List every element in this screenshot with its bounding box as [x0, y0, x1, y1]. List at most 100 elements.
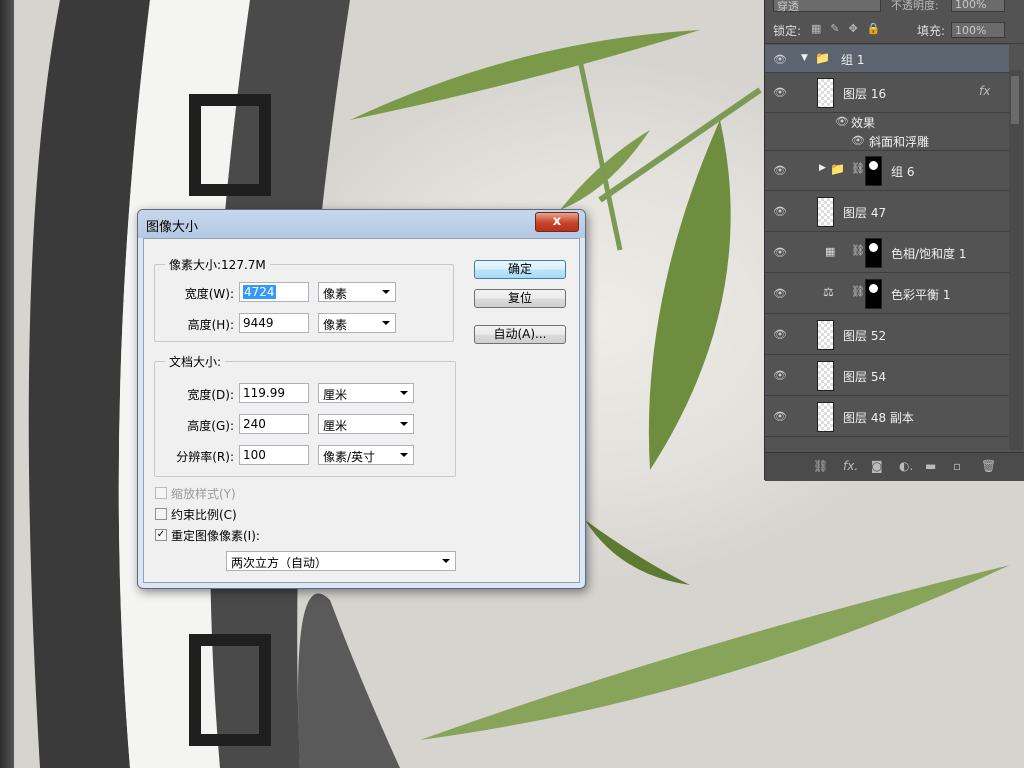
- layer-thumbnail: [817, 320, 834, 350]
- fx-icon[interactable]: fx.: [843, 459, 858, 473]
- layer-thumbnail: [817, 402, 834, 432]
- expand-triangle-icon[interactable]: ▼: [801, 53, 808, 63]
- layers-scrollbar[interactable]: [1009, 70, 1023, 450]
- eye-icon[interactable]: 👁: [773, 369, 787, 382]
- bamboo-stem-2: [598, 87, 762, 203]
- pixel-width-unit: 像素: [323, 287, 348, 301]
- document-size-legend: 文档大小:: [169, 355, 222, 369]
- constrain-proportions-label: 约束比例(C): [171, 508, 237, 522]
- eye-icon[interactable]: 👁: [851, 134, 865, 147]
- bamboo-stem: [577, 59, 623, 251]
- fill-input[interactable]: 100%: [951, 22, 1005, 38]
- blend-mode-select[interactable]: 穿透: [773, 0, 881, 13]
- resample-image-checkbox[interactable]: ✓: [155, 529, 167, 541]
- bamboo-leaf-3: [420, 565, 1010, 740]
- layer-mask-thumbnail: [865, 238, 882, 268]
- pixel-height-input[interactable]: 9449: [239, 313, 309, 333]
- layer-name: 色彩平衡 1: [891, 288, 951, 302]
- bamboo-leaf-4: [585, 520, 690, 585]
- opacity-label: 不透明度:: [891, 0, 939, 12]
- eye-icon[interactable]: 👁: [773, 164, 787, 177]
- layer-mask-thumbnail: [865, 156, 882, 186]
- hue-saturation-icon: ▦: [825, 245, 836, 258]
- eye-icon[interactable]: 👁: [835, 115, 849, 128]
- layer-row-52[interactable]: 👁 图层 52: [765, 315, 1009, 355]
- layer-row-group6[interactable]: 👁 ▶ 📁 ⛓ 组 6: [765, 151, 1009, 191]
- effects-row[interactable]: 👁 效果 👁 斜面和浮雕: [765, 113, 1009, 151]
- doc-height-input[interactable]: 240: [239, 414, 309, 434]
- pixel-dimensions-legend: 像素大小:127.7M: [169, 258, 266, 272]
- color-balance-icon: ⚖: [823, 285, 834, 299]
- bamboo-leaf-1: [350, 30, 700, 120]
- ok-label: 确定: [507, 262, 532, 276]
- layer-name: 图层 52: [843, 329, 887, 343]
- auto-button[interactable]: 自动(A)...: [474, 325, 566, 344]
- eye-icon[interactable]: 👁: [773, 246, 787, 259]
- layer-mask-thumbnail: [865, 279, 882, 309]
- chevron-down-icon: [382, 290, 390, 294]
- chain-icon: ⛓: [851, 244, 865, 257]
- layer-row-54[interactable]: 👁 图层 54: [765, 356, 1009, 396]
- blend-mode: 穿透: [777, 0, 799, 13]
- layers-panel: 穿透 不透明度: 100% 锁定: ▦✎✥🔒 填充: 100% 👁 ▼ 📁 组 …: [764, 0, 1024, 481]
- layer-row-hue-saturation[interactable]: 👁 ▦ ⛓ 色相/饱和度 1: [765, 233, 1009, 273]
- layers-panel-header: 穿透 不透明度: 100% 锁定: ▦✎✥🔒 填充: 100%: [765, 0, 1024, 44]
- collapsed-triangle-icon[interactable]: ▶: [819, 163, 826, 173]
- fx-icon[interactable]: fx: [979, 84, 990, 98]
- layer-row-group1[interactable]: 👁 ▼ 📁 组 1: [765, 45, 1009, 73]
- doc-width-unit-select[interactable]: 厘米: [318, 383, 414, 403]
- layer-name: 组 6: [891, 165, 915, 179]
- eye-icon[interactable]: 👁: [773, 410, 787, 423]
- auto-label: 自动(A)...: [493, 327, 547, 341]
- pixel-height-unit-select[interactable]: 像素: [318, 313, 396, 333]
- eye-icon[interactable]: 👁: [773, 328, 787, 341]
- folder-icon: 📁: [830, 162, 845, 176]
- eye-icon[interactable]: 👁: [773, 86, 787, 99]
- layer-row-color-balance[interactable]: 👁 ⚖ ⛓ 色彩平衡 1: [765, 274, 1009, 314]
- folder-icon[interactable]: ▬: [925, 459, 936, 473]
- eye-icon[interactable]: 👁: [773, 205, 787, 218]
- layer-row-16[interactable]: 👁 图层 16 fx: [765, 73, 1009, 113]
- resolution-input[interactable]: 100: [239, 445, 309, 465]
- link-icon[interactable]: ⛓: [813, 459, 828, 473]
- mask-icon[interactable]: ◙: [871, 459, 883, 473]
- pixel-height-value: 9449: [243, 316, 274, 330]
- image-size-dialog: 图像大小 x 像素大小:127.7M 宽度(W): 4724 像素 高度(H):…: [137, 209, 586, 589]
- scale-styles-checkbox[interactable]: [155, 487, 167, 499]
- layers-scroll-thumb[interactable]: [1011, 76, 1019, 124]
- scale-styles-label: 缩放样式(Y): [171, 487, 236, 501]
- close-button[interactable]: x: [535, 212, 579, 232]
- layer-row-48-copy[interactable]: 👁 图层 48 副本: [765, 397, 1009, 437]
- resample-method-select[interactable]: 两次立方（自动）: [226, 551, 456, 571]
- doc-height-value: 240: [243, 417, 266, 431]
- chain-icon: ⛓: [851, 162, 865, 175]
- reset-button[interactable]: 复位: [474, 289, 566, 308]
- trash-icon[interactable]: 🗑: [981, 459, 996, 473]
- bevel-emboss-label: 斜面和浮雕: [869, 135, 930, 149]
- dialog-titlebar[interactable]: 图像大小 x: [138, 210, 585, 238]
- resolution-unit-select[interactable]: 像素/英寸: [318, 445, 414, 465]
- eye-icon[interactable]: 👁: [773, 53, 787, 66]
- doc-width-input[interactable]: 119.99: [239, 383, 309, 403]
- layer-thumbnail: [817, 78, 834, 108]
- doc-height-unit-select[interactable]: 厘米: [318, 414, 414, 434]
- close-icon: x: [552, 214, 562, 229]
- chevron-down-icon: [400, 391, 408, 395]
- new-layer-icon[interactable]: ▫: [953, 459, 961, 473]
- doc-width-value: 119.99: [243, 386, 285, 400]
- lock-icons[interactable]: ▦✎✥🔒: [811, 22, 890, 35]
- constrain-proportions-checkbox[interactable]: [155, 508, 167, 520]
- doc-height-label: 高度(G):: [187, 419, 234, 433]
- adjustment-icon[interactable]: ◐.: [899, 459, 913, 473]
- pixel-width-unit-select[interactable]: 像素: [318, 282, 396, 302]
- pixel-height-label: 高度(H):: [187, 318, 234, 332]
- ok-button[interactable]: 确定: [474, 260, 566, 279]
- reset-label: 复位: [507, 291, 532, 305]
- eye-icon[interactable]: 👁: [773, 287, 787, 300]
- layer-row-47[interactable]: 👁 图层 47: [765, 192, 1009, 232]
- pixel-width-input[interactable]: 4724: [239, 282, 309, 302]
- effects-label: 效果: [851, 116, 876, 130]
- opacity-input[interactable]: 100%: [951, 0, 1005, 12]
- layer-name: 色相/饱和度 1: [891, 247, 967, 261]
- chevron-down-icon: [382, 321, 390, 325]
